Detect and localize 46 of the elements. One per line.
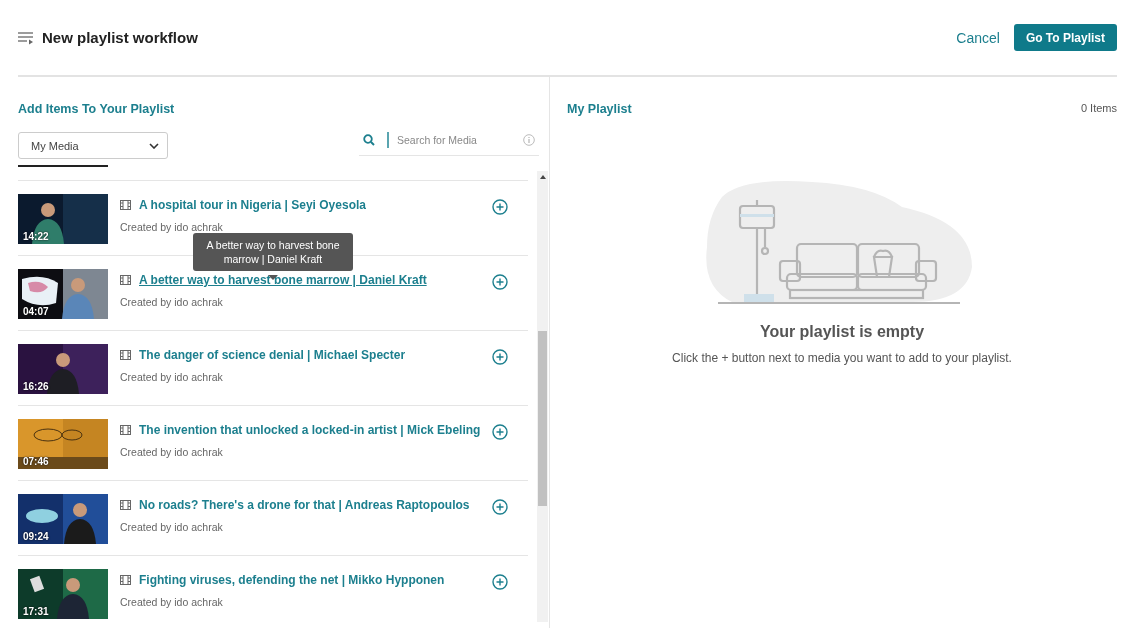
media-title-link[interactable]: Fighting viruses, defending the net | Mikko Hypponen — [139, 573, 445, 587]
film-icon — [120, 275, 131, 285]
section-title: Add Items To Your Playlist — [18, 102, 176, 117]
film-icon — [120, 350, 131, 360]
film-icon — [120, 500, 131, 510]
chevron-down-icon — [149, 142, 159, 149]
info-icon — [523, 133, 535, 146]
add-button[interactable] — [492, 574, 508, 590]
creator-text: Created by ido achrak — [120, 596, 224, 608]
film-icon — [120, 425, 131, 435]
add-button[interactable] — [492, 199, 508, 215]
empty-state-title: Your playlist is empty — [759, 323, 925, 341]
go-to-playlist-button[interactable]: Go To Playlist — [1013, 24, 1117, 51]
media-title-link[interactable]: A better way to harvest bone marrow | Daniel Kraft — [139, 273, 427, 287]
duration-label: 16:26 — [23, 381, 49, 392]
cancel-link[interactable]: Cancel — [956, 25, 1000, 50]
search-icon — [363, 133, 375, 146]
film-icon — [120, 200, 131, 210]
add-button[interactable] — [492, 349, 508, 365]
add-button[interactable] — [492, 499, 508, 515]
media-title-link[interactable]: The danger of science denial | Michael Specter — [139, 348, 406, 362]
duration-label: 07:46 — [23, 456, 49, 467]
film-icon — [120, 575, 131, 585]
section-title: My Playlist — [567, 102, 632, 117]
page-title: New playlist workflow — [42, 29, 199, 46]
creator-text: Created by ido achrak — [120, 296, 224, 308]
media-title-link[interactable]: No roads? There's a drone for that | Andreas Raptopoulos — [139, 498, 470, 512]
empty-state-hint: Click the + button next to media you want to add to your playlist. — [672, 351, 1012, 365]
creator-text: Created by ido achrak — [120, 371, 224, 383]
media-source-dropdown[interactable]: My Media — [18, 132, 168, 159]
scroll-up-icon — [540, 175, 546, 179]
tooltip: A better way to harvest bone marrow | Daniel Kraft — [193, 233, 353, 271]
media-title-link[interactable]: A hospital tour in Nigeria | Seyi Oyesola — [139, 198, 366, 212]
item-count: 0 Items — [1080, 102, 1117, 116]
creator-text: Created by ido achrak — [120, 521, 224, 533]
creator-text: Created by ido achrak — [120, 221, 224, 233]
duration-label: 09:24 — [23, 531, 49, 542]
duration-label: 04:07 — [23, 306, 49, 317]
media-title-link[interactable]: The invention that unlocked a locked-in artist | Mick Ebeling — [139, 423, 481, 437]
duration-label: 14:22 — [23, 231, 49, 242]
creator-text: Created by ido achrak — [120, 446, 224, 458]
add-button[interactable] — [492, 424, 508, 440]
duration-label: 17:31 — [23, 606, 49, 617]
playlist-icon — [18, 30, 34, 45]
scrollbar[interactable] — [537, 171, 548, 622]
add-button[interactable] — [492, 274, 508, 290]
